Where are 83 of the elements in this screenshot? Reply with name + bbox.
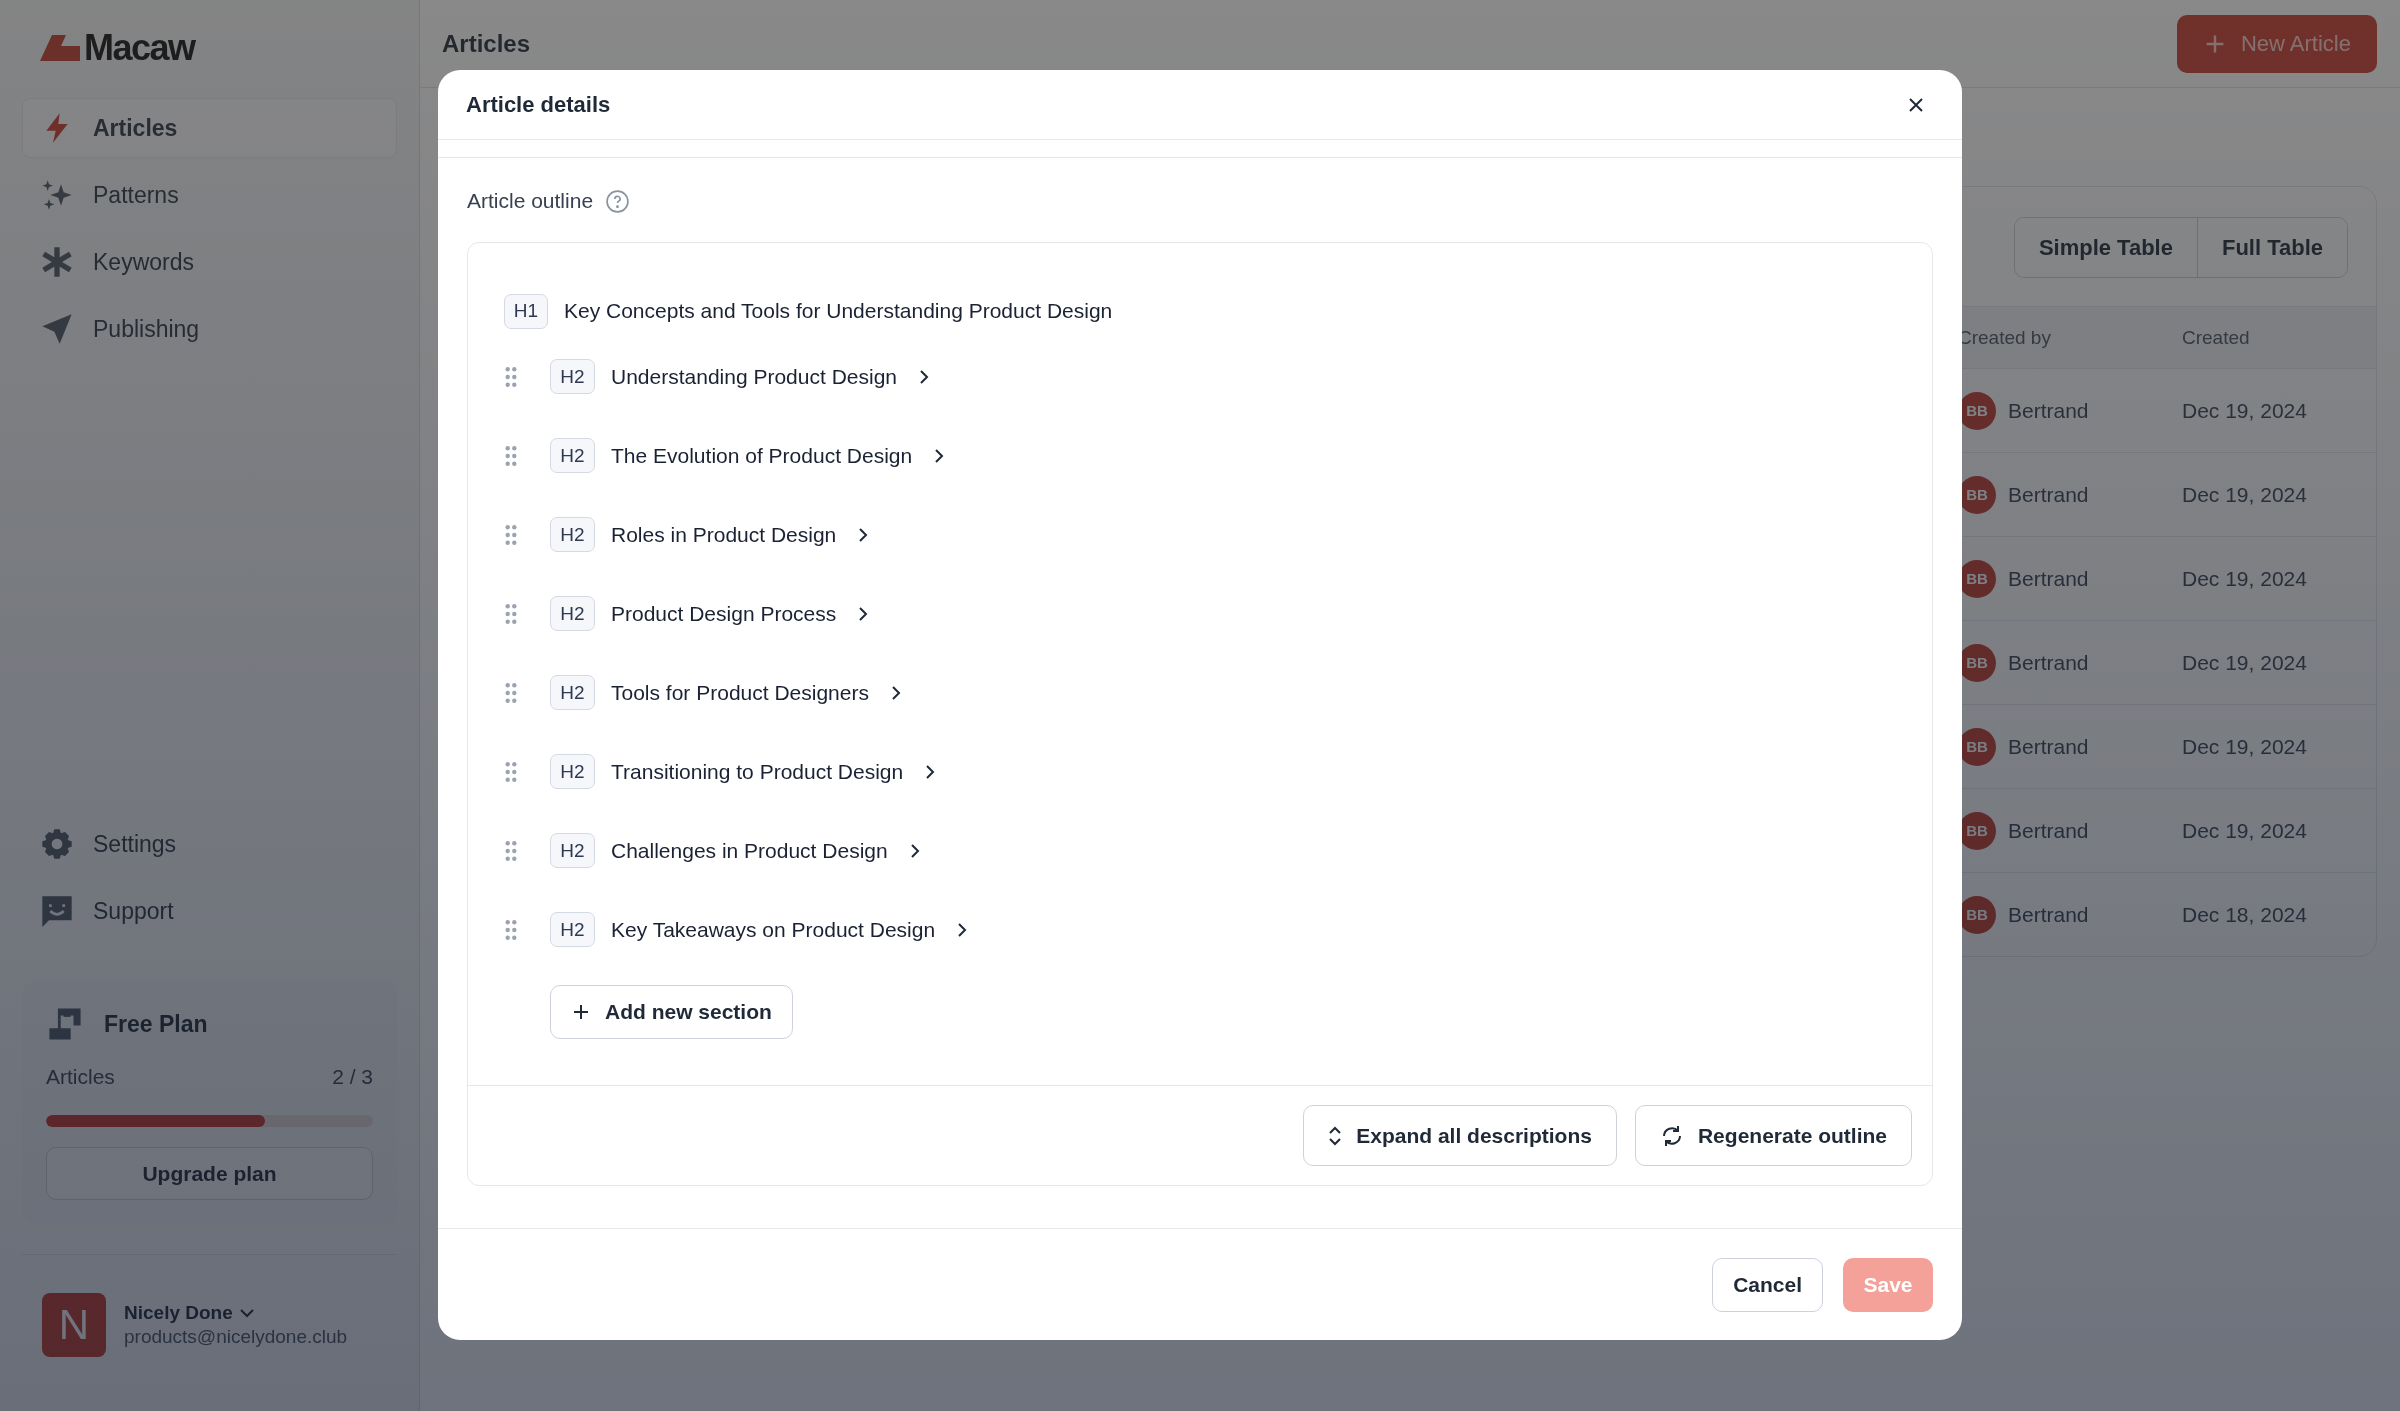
table-cell-text: Dec 19, 2024 (2182, 650, 2308, 675)
table-cell: Bertrand (2008, 398, 2089, 423)
chevron-right-icon (857, 526, 870, 543)
table-cell: Bertrand (2008, 902, 2089, 927)
chevron-right-icon (908, 842, 921, 859)
outline-heading: Understanding Product Design (611, 364, 897, 389)
dialog-title: Article details (466, 91, 611, 118)
page-title: Articles (442, 29, 531, 58)
outline-heading: Transitioning to Product Design (611, 759, 904, 784)
drag-handle-icon (504, 839, 518, 862)
heading-level-badge: H2 (550, 438, 595, 473)
drag-handle-icon (504, 602, 518, 625)
cancel-button[interactable]: Cancel (1712, 1257, 1823, 1312)
sidebar-item[interactable]: Patterns (22, 165, 397, 225)
user-avatar: N (42, 1293, 106, 1357)
table-cell-text: Dec 18, 2024 (2182, 902, 2308, 927)
chevron-right-icon (918, 368, 930, 385)
upgrade-button[interactable]: Upgrade plan (46, 1147, 373, 1200)
drag-handle-icon (504, 365, 518, 388)
chevron-right-icon (857, 605, 870, 622)
drag-handle-icon (504, 444, 518, 467)
sparkles-icon (41, 179, 73, 211)
chevron-right-icon (924, 763, 937, 780)
sidebar-item[interactable]: Keywords (22, 232, 397, 292)
user-email: products@nicelydone.club (124, 1326, 348, 1348)
usage-label: Articles (46, 1065, 115, 1089)
chevron-right-icon (889, 684, 902, 701)
chevron-right-icon (933, 447, 946, 464)
outline-heading: Key Takeaways on Product Design (611, 917, 936, 942)
table-cell: Bertrand (2008, 818, 2089, 843)
table-cell: Bertrand (2008, 734, 2089, 759)
heading-level-badge: H2 (550, 517, 595, 552)
sidebar-item[interactable]: Settings (22, 814, 397, 874)
drag-handle-icon (504, 523, 518, 546)
table-cell-text: Dec 19, 2024 (2182, 482, 2308, 507)
outline-heading: Key Concepts and Tools for Understanding Product Design (564, 299, 1113, 323)
regenerate-button[interactable]: Regenerate outline (1634, 1105, 1912, 1166)
help-icon (605, 188, 631, 214)
heading-level-badge: H2 (550, 912, 595, 947)
outline-heading: Tools for Product Designers (611, 680, 869, 705)
expand-all-button[interactable]: Expand all descriptions (1303, 1105, 1617, 1166)
column-header: Created (2182, 326, 2251, 349)
drag-handle-icon (504, 918, 518, 941)
heading-level-badge: H2 (550, 596, 595, 631)
section-label: Article outline (467, 189, 594, 213)
new-article-button[interactable]: New Article (2176, 14, 2377, 73)
heading-level-badge: H2 (550, 675, 595, 710)
drag-handle-icon (504, 681, 518, 704)
heading-level-badge: H1 (504, 293, 548, 329)
plan-title: Free Plan (104, 1010, 208, 1038)
chevron-down-icon (238, 1307, 255, 1319)
heading-level-badge: H2 (550, 359, 595, 394)
asterisk-icon (41, 246, 73, 278)
sidebar-item[interactable]: Articles (22, 98, 397, 158)
chevron-right-icon (956, 921, 969, 938)
receipt-icon (48, 1007, 82, 1041)
view-tab[interactable]: Full Table (2196, 218, 2347, 277)
sidebar-item[interactable]: Support (22, 881, 397, 941)
brand-name: Macaw (84, 27, 195, 69)
outline-heading: Product Design Process (611, 601, 837, 626)
outline-heading: Challenges in Product Design (611, 838, 888, 863)
chevron-up-down-icon (1328, 1124, 1343, 1147)
usage-count: 2 / 3 (332, 1065, 373, 1089)
account-menu[interactable]: Nicely Done (124, 1302, 348, 1324)
heading-level-badge: H2 (550, 833, 595, 868)
smiley-chat-icon (41, 895, 73, 927)
table-cell: Bertrand (2008, 650, 2089, 675)
table-cell-text: Dec 19, 2024 (2182, 398, 2308, 423)
plus-icon (571, 1002, 591, 1022)
outline-heading: The Evolution of Product Design (611, 443, 913, 468)
table-cell-text: Dec 19, 2024 (2182, 818, 2308, 843)
heading-level-badge: H2 (550, 754, 595, 789)
logo-icon (40, 35, 80, 61)
outline-heading: Roles in Product Design (611, 522, 837, 547)
table-cell: Bertrand (2008, 482, 2089, 507)
add-section-button[interactable]: Add new section (550, 985, 793, 1039)
table-cell-text: Dec 19, 2024 (2182, 566, 2308, 591)
drag-handle-icon (504, 760, 518, 783)
sidebar-item[interactable]: Publishing (22, 299, 397, 359)
table-cell: Bertrand (2008, 566, 2089, 591)
paper-plane-icon (41, 313, 73, 345)
table-cell-text: Dec 19, 2024 (2182, 734, 2308, 759)
settings-icon (41, 828, 73, 860)
